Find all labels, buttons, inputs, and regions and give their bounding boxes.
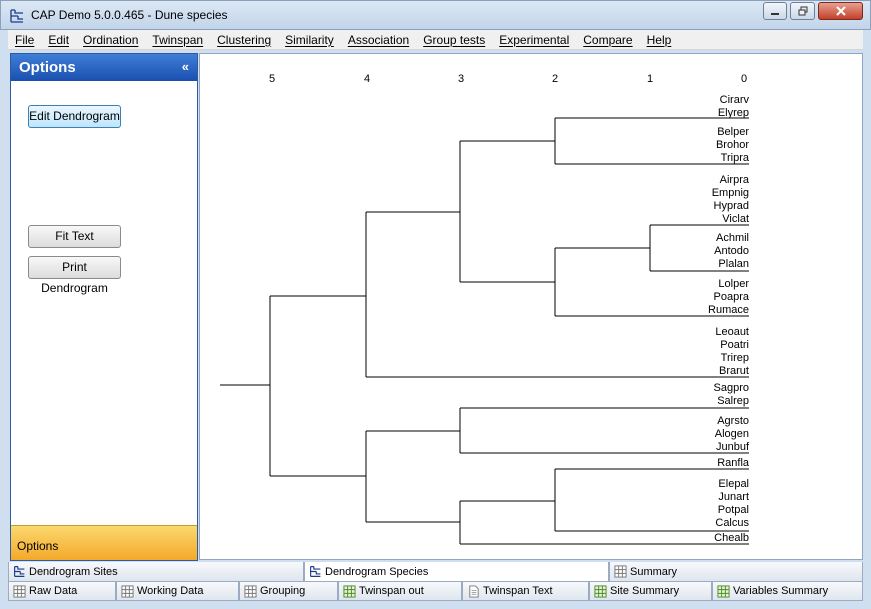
tab-raw-data[interactable]: Raw Data	[8, 582, 116, 601]
scale-tick-label: 2	[552, 73, 558, 85]
menu-twinspan[interactable]: Twinspan	[145, 30, 210, 50]
leaf-label: Viclat	[722, 213, 749, 225]
leaf-label: Plalan	[718, 258, 749, 270]
dendrogram-icon	[310, 566, 321, 577]
close-icon	[835, 6, 846, 16]
tab-dendrogram-species[interactable]: Dendrogram Species	[304, 562, 609, 582]
green-grid-icon	[717, 584, 730, 598]
leaf-label: Elyrep	[718, 107, 749, 119]
tab-label: Dendrogram Sites	[29, 565, 118, 578]
minimize-button[interactable]	[763, 2, 787, 20]
menu-experimental[interactable]: Experimental	[492, 30, 576, 50]
document-icon	[469, 584, 479, 598]
options-panel-header: Options «	[11, 54, 197, 81]
leaf-label: Potpal	[718, 504, 749, 516]
leaf-label: Brarut	[719, 365, 749, 377]
data-tabs: Raw Data Working Data Grouping Twinspan …	[8, 582, 863, 601]
window-title: CAP Demo 5.0.0.465 - Dune species	[31, 8, 228, 22]
leaf-label: Hyprad	[714, 200, 749, 212]
scale-tick-label: 1	[647, 73, 653, 85]
tab-twinspan-text[interactable]: Twinspan Text	[462, 582, 589, 601]
tab-label: Summary	[630, 565, 678, 578]
edit-dendrogram-button[interactable]: Edit Dendrogram	[28, 105, 121, 128]
menu-similarity[interactable]: Similarity	[278, 30, 341, 50]
leaf-label: Cirarv	[720, 94, 750, 106]
tab-label: Twinspan out	[359, 585, 424, 597]
leaf-label: Achmil	[716, 232, 749, 244]
tab-label: Site Summary	[610, 585, 680, 597]
grid-icon	[244, 584, 257, 598]
leaf-label: Alogen	[715, 428, 749, 440]
tab-working-data[interactable]: Working Data	[116, 582, 239, 601]
leaf-label: Airpra	[720, 174, 750, 186]
leaf-label: Empnig	[712, 187, 749, 199]
leaf-label: Calcus	[715, 517, 749, 529]
green-grid-icon	[343, 584, 356, 598]
leaf-label: Agrsto	[717, 415, 749, 427]
tab-label: Working Data	[137, 585, 204, 597]
menu-edit[interactable]: Edit	[41, 30, 76, 50]
tab-label: Twinspan Text	[483, 585, 553, 597]
menu-ordination[interactable]: Ordination	[76, 30, 145, 50]
menu-bar: File Edit Ordination Twinspan Clustering…	[8, 30, 863, 50]
menu-group-tests[interactable]: Group tests	[416, 30, 492, 50]
dendrogram-icon	[14, 566, 25, 577]
close-button[interactable]	[818, 2, 863, 20]
restore-button[interactable]	[790, 2, 815, 20]
green-grid-icon	[594, 584, 607, 598]
leaf-label: Junbuf	[716, 441, 750, 453]
scale-tick-label: 3	[458, 73, 464, 85]
leaf-label: Elepal	[718, 478, 749, 490]
tab-variables-summary[interactable]: Variables Summary	[712, 582, 863, 601]
options-panel: Options « Edit Dendrogram Fit Text Print…	[10, 53, 198, 561]
tab-summary[interactable]: Summary	[609, 562, 863, 582]
scale-tick-label: 4	[364, 73, 370, 85]
dendrogram-plot: 5 4 3 2 1 0 CirarvElyrep BelperBrohorTripra Airp…	[220, 73, 750, 545]
grid-icon	[614, 565, 627, 578]
fit-text-button[interactable]: Fit Text	[28, 225, 121, 248]
print-dendrogram-button[interactable]: Print Dendrogram	[28, 256, 121, 295]
grid-icon	[13, 584, 26, 598]
tab-site-summary[interactable]: Site Summary	[589, 582, 712, 601]
leaf-label: Leoaut	[715, 326, 749, 338]
restore-icon	[798, 6, 807, 16]
title-bar: CAP Demo 5.0.0.465 - Dune species	[0, 0, 871, 30]
scale-tick-label: 5	[269, 73, 275, 85]
leaf-label: Junart	[718, 491, 749, 503]
app-dendrogram-icon	[10, 9, 23, 23]
tab-label: Variables Summary	[733, 585, 829, 597]
minimize-icon	[771, 13, 779, 15]
tab-dendrogram-sites[interactable]: Dendrogram Sites	[8, 562, 304, 582]
options-panel-title: Options	[19, 59, 76, 76]
leaf-label: Belper	[717, 126, 749, 138]
leaf-label: Rumace	[708, 304, 749, 316]
menu-compare[interactable]: Compare	[576, 30, 639, 50]
leaf-label: Antodo	[714, 245, 749, 257]
leaf-label: Trirep	[721, 352, 749, 364]
menu-help[interactable]: Help	[640, 30, 679, 50]
leaf-label: Brohor	[716, 139, 749, 151]
scale-tick-label: 0	[741, 73, 747, 85]
leaf-label: Sagpro	[714, 382, 749, 394]
options-footer-tab[interactable]: Options	[11, 525, 197, 560]
leaf-label: Salrep	[717, 395, 749, 407]
menu-clustering[interactable]: Clustering	[210, 30, 278, 50]
collapse-panel-icon[interactable]: «	[182, 59, 189, 74]
leaf-label: Chealb	[714, 532, 749, 544]
leaf-label: Lolper	[718, 278, 749, 290]
leaf-label: Poapra	[714, 291, 750, 303]
tab-label: Raw Data	[29, 585, 78, 597]
view-tabs: Dendrogram Sites Dendrogram Species Summ…	[8, 562, 863, 582]
tab-grouping[interactable]: Grouping	[239, 582, 338, 601]
grid-icon	[121, 584, 134, 598]
tab-twinspan-out[interactable]: Twinspan out	[338, 582, 462, 601]
menu-file[interactable]: File	[8, 30, 41, 50]
leaf-label: Tripra	[721, 152, 750, 164]
tab-label: Grouping	[260, 585, 306, 597]
dendrogram-canvas: 5 4 3 2 1 0 Cirarv Elyrep Belper Brohor Tripra Airp…	[199, 53, 863, 560]
leaf-label: Poatri	[720, 339, 749, 351]
menu-association[interactable]: Association	[341, 30, 416, 50]
leaf-label: Ranfla	[717, 457, 750, 469]
tab-label: Dendrogram Species	[325, 565, 429, 578]
